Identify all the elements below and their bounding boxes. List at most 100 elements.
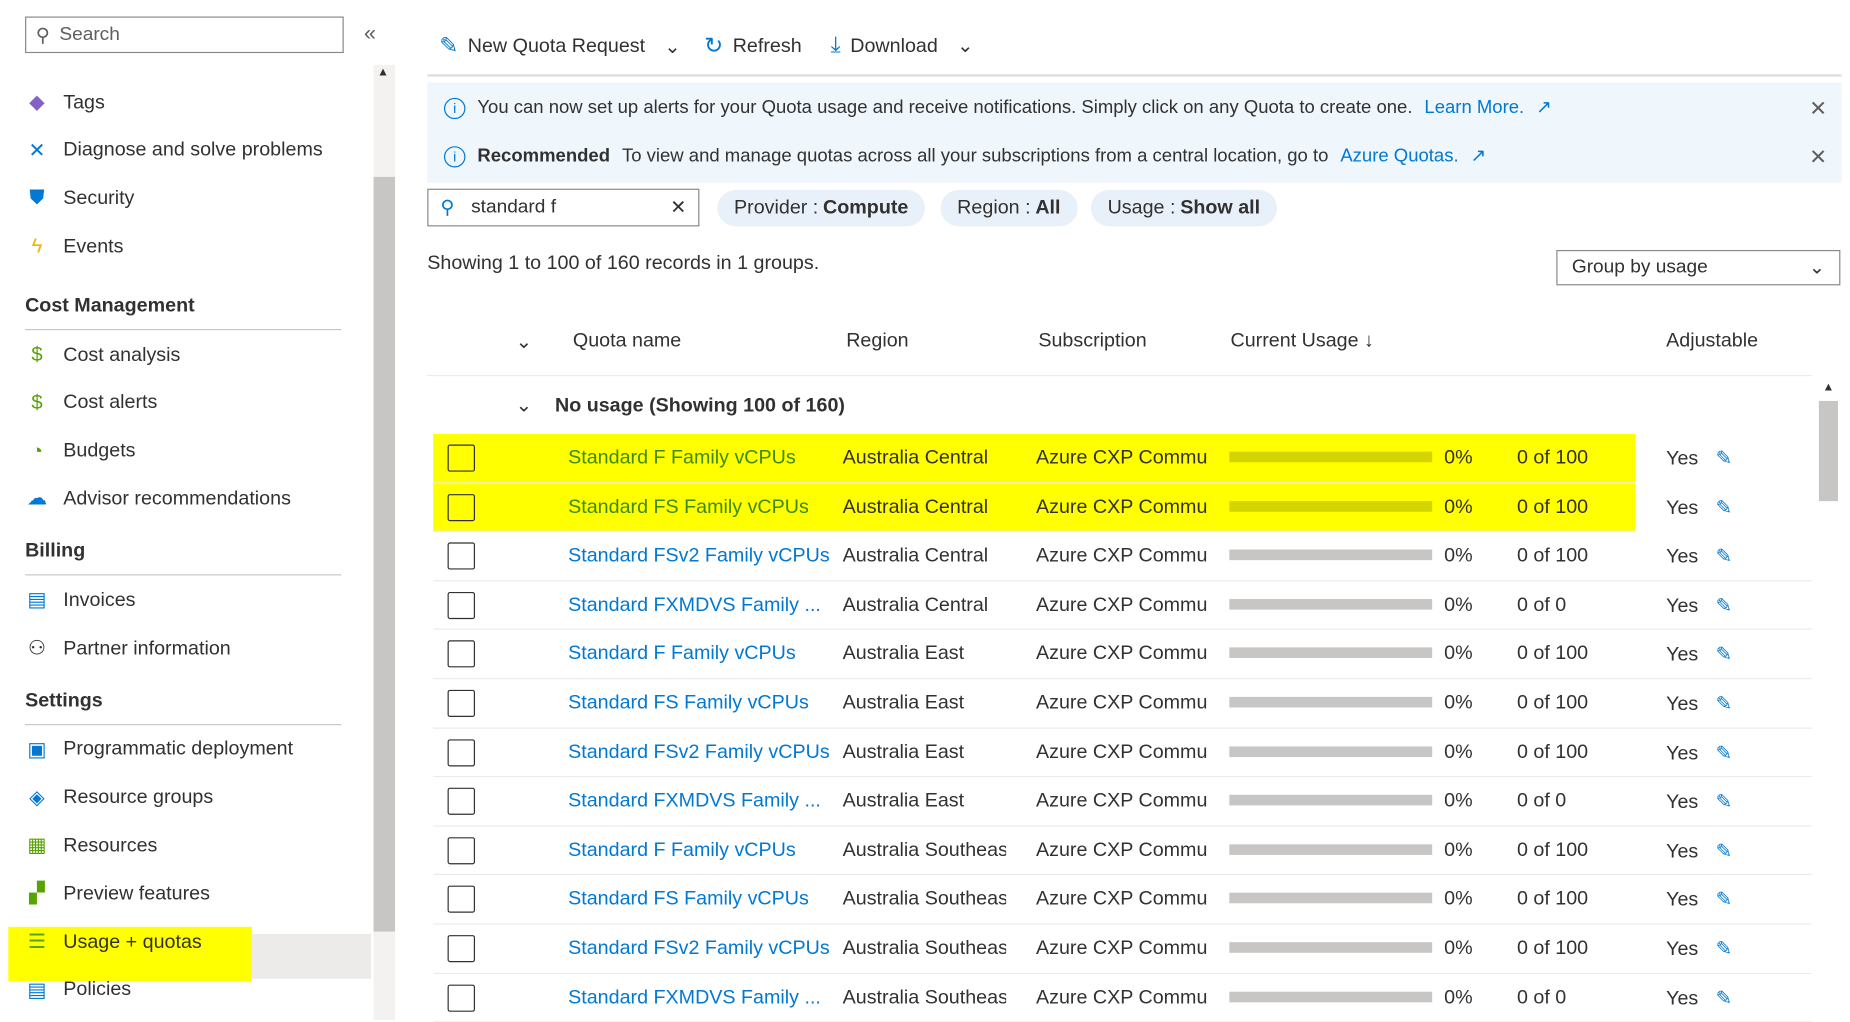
row-checkbox[interactable]	[447, 689, 476, 717]
quota-name-link[interactable]: Standard F Family vCPUs	[568, 447, 796, 469]
sidebar-item-advisor-recommendations[interactable]: ☁ Advisor recommendations	[25, 480, 291, 518]
edit-pencil-icon[interactable]: ✎	[1716, 841, 1733, 862]
quota-name-link[interactable]: Standard FXMDVS Family ...	[568, 594, 821, 616]
row-checkbox[interactable]	[447, 886, 476, 914]
sidebar-item-usage-quotas[interactable]: ☰ Usage + quotas	[25, 923, 202, 961]
close-icon[interactable]: ✕	[1809, 97, 1827, 122]
row-checkbox[interactable]	[447, 493, 476, 521]
edit-pencil-icon[interactable]: ✎	[1716, 644, 1733, 665]
column-region[interactable]: Region	[846, 330, 908, 352]
table-row[interactable]: Standard FXMDVS Family ... Australia Sout…	[433, 974, 1812, 1022]
row-checkbox[interactable]	[447, 935, 476, 963]
quota-name-link[interactable]: Standard FSv2 Family vCPUs	[568, 545, 830, 567]
region-cell: Australia East	[842, 643, 965, 665]
policies-icon: ▤	[27, 978, 47, 1001]
sidebar-item-cost-alerts[interactable]: $ Cost alerts	[25, 384, 157, 422]
table-row[interactable]: Standard FSv2 Family vCPUs Australia Cent…	[433, 532, 1812, 581]
azure-quotas-link[interactable]: Azure Quotas.	[1340, 146, 1458, 167]
table-row[interactable]: Standard F Family vCPUs Australia Central…	[433, 433, 1636, 483]
expand-all-icon[interactable]: ⌄	[516, 330, 533, 354]
usage-count: 0 of 100	[1516, 741, 1589, 763]
row-checkbox[interactable]	[447, 738, 476, 767]
table-scroll-thumb[interactable]	[1818, 400, 1838, 502]
sidebar-item-cost-analysis[interactable]: $ Cost analysis	[25, 336, 180, 374]
scroll-up-icon[interactable]: ▲	[377, 66, 389, 79]
table-row[interactable]: Standard F Family vCPUs Australia East Azu…	[433, 630, 1812, 680]
sidebar-item-security[interactable]: ⛊ Security	[25, 180, 134, 218]
scroll-up-icon[interactable]: ▲	[1822, 381, 1834, 394]
row-checkbox[interactable]	[447, 787, 476, 816]
row-checkbox[interactable]	[447, 640, 476, 668]
edit-pencil-icon[interactable]: ✎	[1716, 890, 1733, 911]
region-filter-pill[interactable]: Region : All	[940, 189, 1078, 227]
download-button[interactable]: ⤓ Download ⌄	[831, 33, 974, 59]
quota-name-link[interactable]: Standard FXMDVS Family ...	[568, 790, 821, 812]
close-icon[interactable]: ✕	[1809, 145, 1827, 170]
table-row[interactable]: Standard FS Family vCPUs Australia Southe…	[433, 875, 1812, 925]
table-row[interactable]: Standard FXMDVS Family ... Australia Cent…	[433, 581, 1812, 631]
wrench-icon: ✕	[28, 138, 46, 162]
edit-pencil-icon[interactable]: ✎	[1716, 595, 1733, 616]
table-row[interactable]: Standard FSv2 Family vCPUs Australia East…	[433, 728, 1812, 778]
sidebar-item-preview-features[interactable]: ▞ Preview features	[25, 875, 210, 913]
usage-filter-pill[interactable]: Usage : Show all	[1090, 189, 1277, 227]
quota-name-link[interactable]: Standard FS Family vCPUs	[568, 692, 809, 714]
sidebar-search-input[interactable]: ⚲ Search	[25, 16, 344, 54]
quota-name-link[interactable]: Standard FS Family vCPUs	[568, 496, 809, 518]
adjustable-cell: Yes ✎	[1666, 742, 1733, 764]
collapse-sidebar-button[interactable]: «	[364, 21, 376, 46]
collapse-group-icon[interactable]: ⌄	[516, 394, 533, 418]
quota-name-link[interactable]: Standard FSv2 Family vCPUs	[568, 937, 830, 959]
edit-pencil-icon[interactable]: ✎	[1716, 448, 1733, 469]
sidebar-item-events[interactable]: ϟ Events	[25, 228, 124, 266]
column-subscription[interactable]: Subscription	[1038, 330, 1146, 352]
sidebar-item-partner-information[interactable]: ⚇ Partner information	[25, 630, 231, 668]
sidebar-item-resource-groups[interactable]: ◈ Resource groups	[25, 779, 213, 817]
edit-pencil-icon[interactable]: ✎	[1716, 497, 1733, 518]
adjustable-cell: Yes ✎	[1666, 840, 1733, 862]
table-row[interactable]: Standard FS Family vCPUs Australia East Az…	[433, 679, 1812, 729]
row-checkbox[interactable]	[447, 591, 476, 619]
row-checkbox[interactable]	[447, 444, 476, 472]
table-row[interactable]: Standard F Family vCPUs Australia Southea…	[433, 826, 1812, 876]
edit-pencil-icon[interactable]: ✎	[1716, 742, 1733, 763]
column-adjustable[interactable]: Adjustable	[1666, 330, 1758, 352]
sidebar-item-programmatic-deployment[interactable]: ▣ Programmatic deployment	[25, 731, 293, 769]
preview-icon: ▞	[29, 882, 45, 905]
column-quota-name[interactable]: Quota name	[573, 330, 681, 352]
row-checkbox[interactable]	[447, 542, 476, 570]
table-row[interactable]: Standard FS Family vCPUs Australia Centra…	[433, 482, 1636, 532]
subscription-cell: Azure CXP Commu	[1035, 643, 1208, 665]
quota-name-link[interactable]: Standard FXMDVS Family ...	[568, 987, 821, 1009]
sidebar-item-budgets[interactable]: ◔ Budgets	[25, 432, 136, 470]
learn-more-link[interactable]: Learn More.	[1424, 97, 1524, 118]
sidebar-scroll-thumb[interactable]	[373, 176, 396, 932]
column-current-usage[interactable]: Current Usage ↓	[1230, 330, 1373, 352]
sidebar-item-tags[interactable]: ◆ Tags	[25, 84, 105, 122]
quota-name-link[interactable]: Standard F Family vCPUs	[568, 839, 796, 861]
quota-name-link[interactable]: Standard F Family vCPUs	[568, 643, 796, 665]
quota-name-link[interactable]: Standard FS Family vCPUs	[568, 888, 809, 910]
budgets-icon: ◔	[30, 439, 44, 462]
sidebar-item-diagnose-and-solve-problems[interactable]: ✕ Diagnose and solve problems	[25, 132, 322, 170]
refresh-button[interactable]: ↻ Refresh	[704, 33, 802, 60]
new-quota-request-button[interactable]: ✎ New Quota Request ⌄	[439, 33, 680, 60]
row-checkbox[interactable]	[447, 836, 476, 865]
edit-pencil-icon[interactable]: ✎	[1716, 939, 1733, 960]
row-checkbox[interactable]	[447, 984, 476, 1012]
edit-pencil-icon[interactable]: ✎	[1716, 693, 1733, 714]
edit-pencil-icon[interactable]: ✎	[1716, 546, 1733, 567]
edit-pencil-icon[interactable]: ✎	[1716, 791, 1733, 812]
filter-search-input[interactable]: ⚲ standard f ✕	[427, 188, 700, 227]
sidebar-item-resources[interactable]: ▦ Resources	[25, 827, 157, 865]
sidebar-item-policies[interactable]: ▤ Policies	[25, 971, 131, 1009]
clear-icon[interactable]: ✕	[670, 196, 686, 220]
provider-filter-pill[interactable]: Provider : Compute	[717, 189, 926, 227]
table-row[interactable]: Standard FSv2 Family vCPUs Australia Sout…	[433, 924, 1812, 974]
table-row[interactable]: Standard FXMDVS Family ... Australia East…	[433, 777, 1812, 827]
sidebar-item-invoices[interactable]: ▤ Invoices	[25, 582, 135, 620]
quota-name-link[interactable]: Standard FSv2 Family vCPUs	[568, 741, 830, 763]
deployment-icon: ▣	[27, 737, 47, 761]
edit-pencil-icon[interactable]: ✎	[1716, 988, 1733, 1009]
group-by-dropdown[interactable]: Group by usage ⌄	[1556, 249, 1841, 286]
